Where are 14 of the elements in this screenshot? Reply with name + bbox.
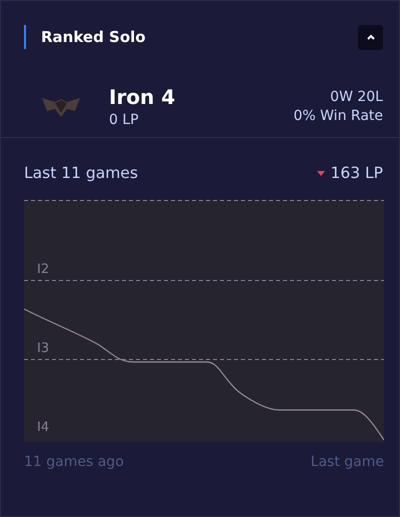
tier-label: I4 bbox=[37, 420, 50, 435]
league-points: 0 LP bbox=[109, 112, 140, 128]
history-title: Last 11 games bbox=[24, 164, 138, 182]
tier-label: I2 bbox=[37, 262, 50, 277]
caret-icon bbox=[366, 33, 376, 41]
section-title: Ranked Solo bbox=[24, 25, 146, 49]
win-loss-record: 0W 20L bbox=[330, 88, 383, 104]
rank-title: Iron 4 bbox=[109, 84, 176, 108]
start-label: 11 games ago bbox=[24, 454, 124, 470]
win-rate: 0% Win Rate bbox=[293, 108, 383, 124]
collapse-button[interactable] bbox=[358, 24, 383, 50]
end-label: Last game bbox=[310, 454, 384, 470]
tier-label: I3 bbox=[37, 341, 50, 356]
lp-change: 163 LP bbox=[330, 164, 383, 182]
